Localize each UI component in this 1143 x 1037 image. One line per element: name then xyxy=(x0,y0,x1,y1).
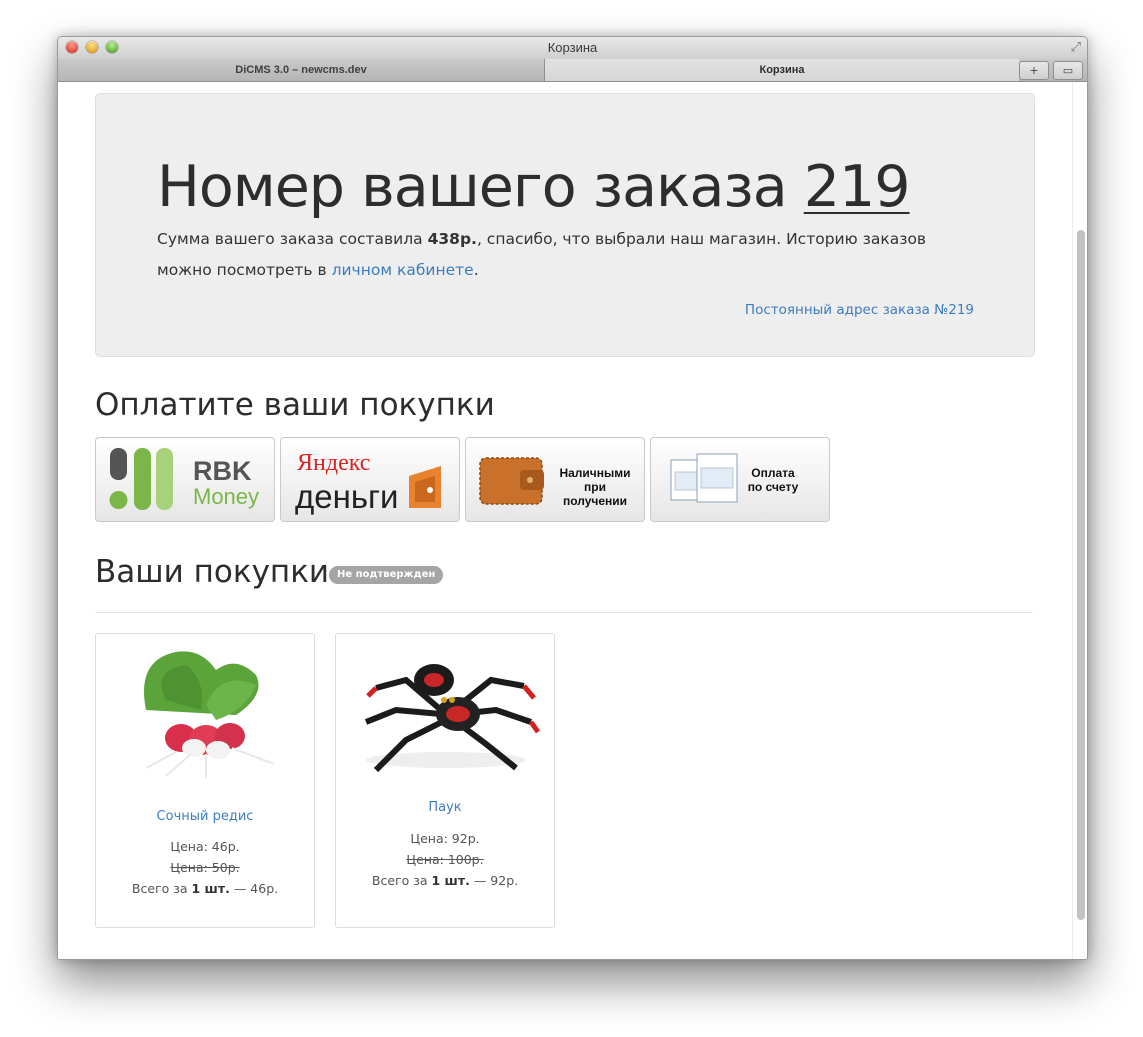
section-divider xyxy=(95,612,1033,613)
spider-toy-image[interactable] xyxy=(346,640,544,780)
sum-period: . xyxy=(473,261,479,279)
radish-image[interactable] xyxy=(106,640,304,780)
item-quantity: 1 шт. xyxy=(431,873,470,888)
personal-cabinet-link[interactable]: личном кабинете xyxy=(332,261,474,279)
dengi-text: деньги xyxy=(295,478,399,515)
total-amount: — 46р. xyxy=(233,881,279,896)
order-title-text: Номер вашего заказа xyxy=(157,154,788,220)
cash-label-line2: при получении xyxy=(562,480,628,508)
item-quantity: 1 шт. xyxy=(191,881,230,896)
cart-item-link[interactable]: Сочный редис xyxy=(157,809,254,824)
pay-cash-on-delivery-button[interactable]: Наличными при получении xyxy=(465,437,645,522)
window-title: Корзина xyxy=(547,40,598,55)
pay-rbk-money-button[interactable]: RBK Money xyxy=(95,437,275,522)
browser-window: Корзина ⤢ DiCMS 3.0 – newcms.dev Корзина… xyxy=(57,36,1088,960)
cash-label: Наличными при получении xyxy=(552,466,638,508)
yandex-text: Яндекс xyxy=(297,450,370,476)
tab-dicms[interactable]: DiCMS 3.0 – newcms.dev xyxy=(58,59,545,81)
money-text: Money xyxy=(193,484,259,509)
cart-item-total: Всего за 1 шт. — 46р. xyxy=(96,881,314,896)
total-prefix: Всего за xyxy=(371,873,428,888)
tabs-icon: ▭ xyxy=(1062,64,1074,77)
cart-item-card: Сочный редис Цена: 46р. Цена: 50р. Всего… xyxy=(95,633,315,928)
order-confirmation-panel: Номер вашего заказа 219 Сумма вашего зак… xyxy=(95,93,1035,357)
fullscreen-icon[interactable]: ⤢ xyxy=(1071,40,1081,55)
tab-bar: DiCMS 3.0 – newcms.dev Корзина + ▭ xyxy=(58,59,1087,82)
title-bar: Корзина ⤢ xyxy=(58,37,1087,60)
order-sum: 438р. xyxy=(427,230,477,248)
cart-item-price: Цена: 92р. xyxy=(410,831,480,846)
order-status-badge: Не подтвержден xyxy=(329,566,444,584)
new-tab-button[interactable]: + xyxy=(1019,61,1049,80)
yandex-money-logo: Яндекс деньги xyxy=(295,450,441,515)
order-number: 219 xyxy=(803,154,911,220)
tab-overview-button[interactable]: ▭ xyxy=(1053,61,1083,80)
rbk-money-logo: RBK Money xyxy=(109,448,259,510)
total-amount: — 92р. xyxy=(473,873,519,888)
invoice-label-line1: Оплата xyxy=(751,466,795,480)
cart-item-name[interactable]: Сочный редис xyxy=(96,809,314,824)
cart-item-link[interactable]: Паук xyxy=(428,800,461,815)
order-permalink[interactable]: Постоянный адрес заказа №219 xyxy=(745,302,974,318)
payment-heading: Оплатите ваши покупки xyxy=(95,387,495,423)
plus-icon: + xyxy=(1029,64,1039,77)
page-viewport: Номер вашего заказа 219 Сумма вашего зак… xyxy=(58,82,1087,959)
cart-item-name[interactable]: Паук xyxy=(336,800,554,815)
total-prefix: Всего за xyxy=(131,881,188,896)
cart-item-price: Цена: 46р. xyxy=(170,839,240,854)
cart-item-total: Всего за 1 шт. — 92р. xyxy=(336,873,554,888)
order-summary-text: Сумма вашего заказа составила 438р., спа… xyxy=(157,224,977,286)
order-title: Номер вашего заказа 219 xyxy=(157,154,911,220)
rbk-text: RBK xyxy=(193,456,252,486)
cash-label-line1: Наличными xyxy=(559,466,631,480)
cart-item-card: Паук Цена: 92р. Цена: 100р. Всего за 1 ш… xyxy=(335,633,555,928)
invoice-label: Оплата по счету xyxy=(733,466,813,494)
invoice-label-line2: по счету xyxy=(747,480,799,494)
sum-prefix: Сумма вашего заказа составила xyxy=(157,230,423,248)
tab-cart[interactable]: Корзина xyxy=(545,59,1019,81)
cart-heading: Ваши покупки xyxy=(95,554,330,590)
scrollbar-thumb[interactable] xyxy=(1077,230,1085,920)
cart-item-old-price: Цена: 50р. xyxy=(170,860,240,875)
cart-item-old-price: Цена: 100р. xyxy=(406,852,484,867)
pay-by-invoice-button[interactable]: Оплата по счету xyxy=(650,437,830,522)
pay-yandex-money-button[interactable]: Яндекс деньги xyxy=(280,437,460,522)
